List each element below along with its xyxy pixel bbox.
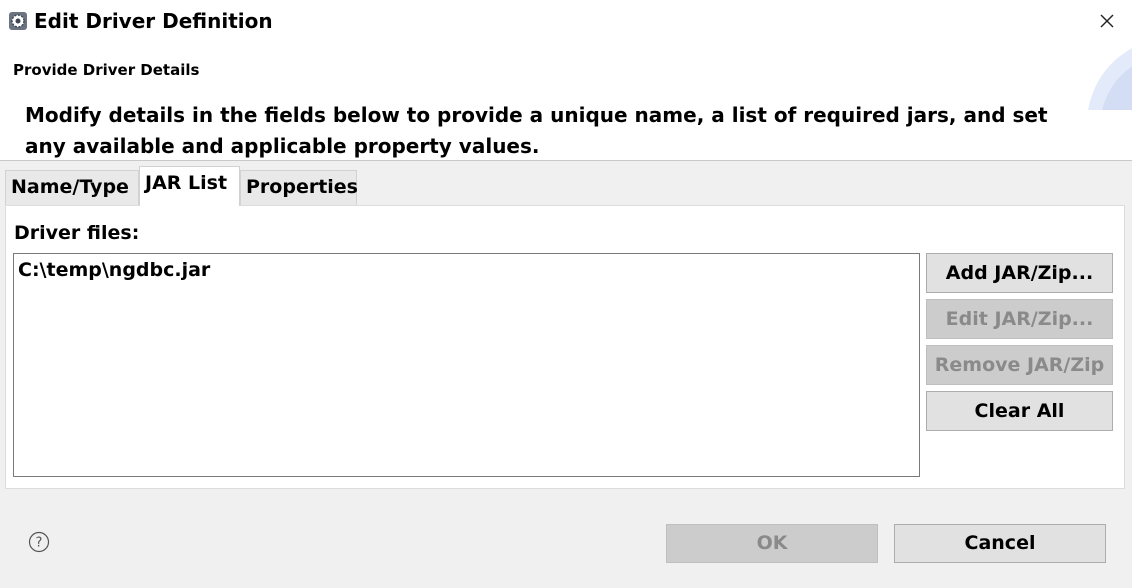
cancel-button[interactable]: Cancel (894, 524, 1106, 563)
tab-properties[interactable]: Properties (240, 170, 358, 205)
list-item[interactable]: C:\temp\ngdbc.jar (18, 259, 210, 281)
clear-all-button[interactable]: Clear All (926, 391, 1113, 431)
ok-button[interactable]: OK (666, 524, 878, 563)
tab-name-type[interactable]: Name/Type (5, 170, 139, 205)
driver-gear-icon (9, 12, 27, 30)
svg-text:?: ? (36, 536, 43, 551)
jar-list-panel: Driver files: C:\temp\ngdbc.jar Add JAR/… (5, 205, 1125, 489)
add-jar-button[interactable]: Add JAR/Zip... (926, 253, 1113, 293)
edit-jar-button[interactable]: Edit JAR/Zip... (926, 299, 1113, 339)
tab-jar-list[interactable]: JAR List (139, 166, 240, 206)
dialog-header: Edit Driver Definition Provide Driver De… (0, 0, 1132, 161)
close-icon[interactable] (1096, 10, 1118, 32)
help-icon[interactable]: ? (28, 531, 50, 553)
driver-files-label: Driver files: (14, 222, 140, 244)
banner-message: Modify details in the fields below to pr… (25, 103, 1048, 158)
edit-driver-dialog: Edit Driver Definition Provide Driver De… (0, 0, 1132, 588)
banner-decoration-graphic (1088, 48, 1132, 110)
remove-jar-button[interactable]: Remove JAR/Zip (926, 345, 1113, 385)
driver-files-list[interactable]: C:\temp\ngdbc.jar (13, 253, 920, 477)
banner-heading: Provide Driver Details (13, 61, 200, 79)
dialog-title: Edit Driver Definition (34, 9, 273, 33)
